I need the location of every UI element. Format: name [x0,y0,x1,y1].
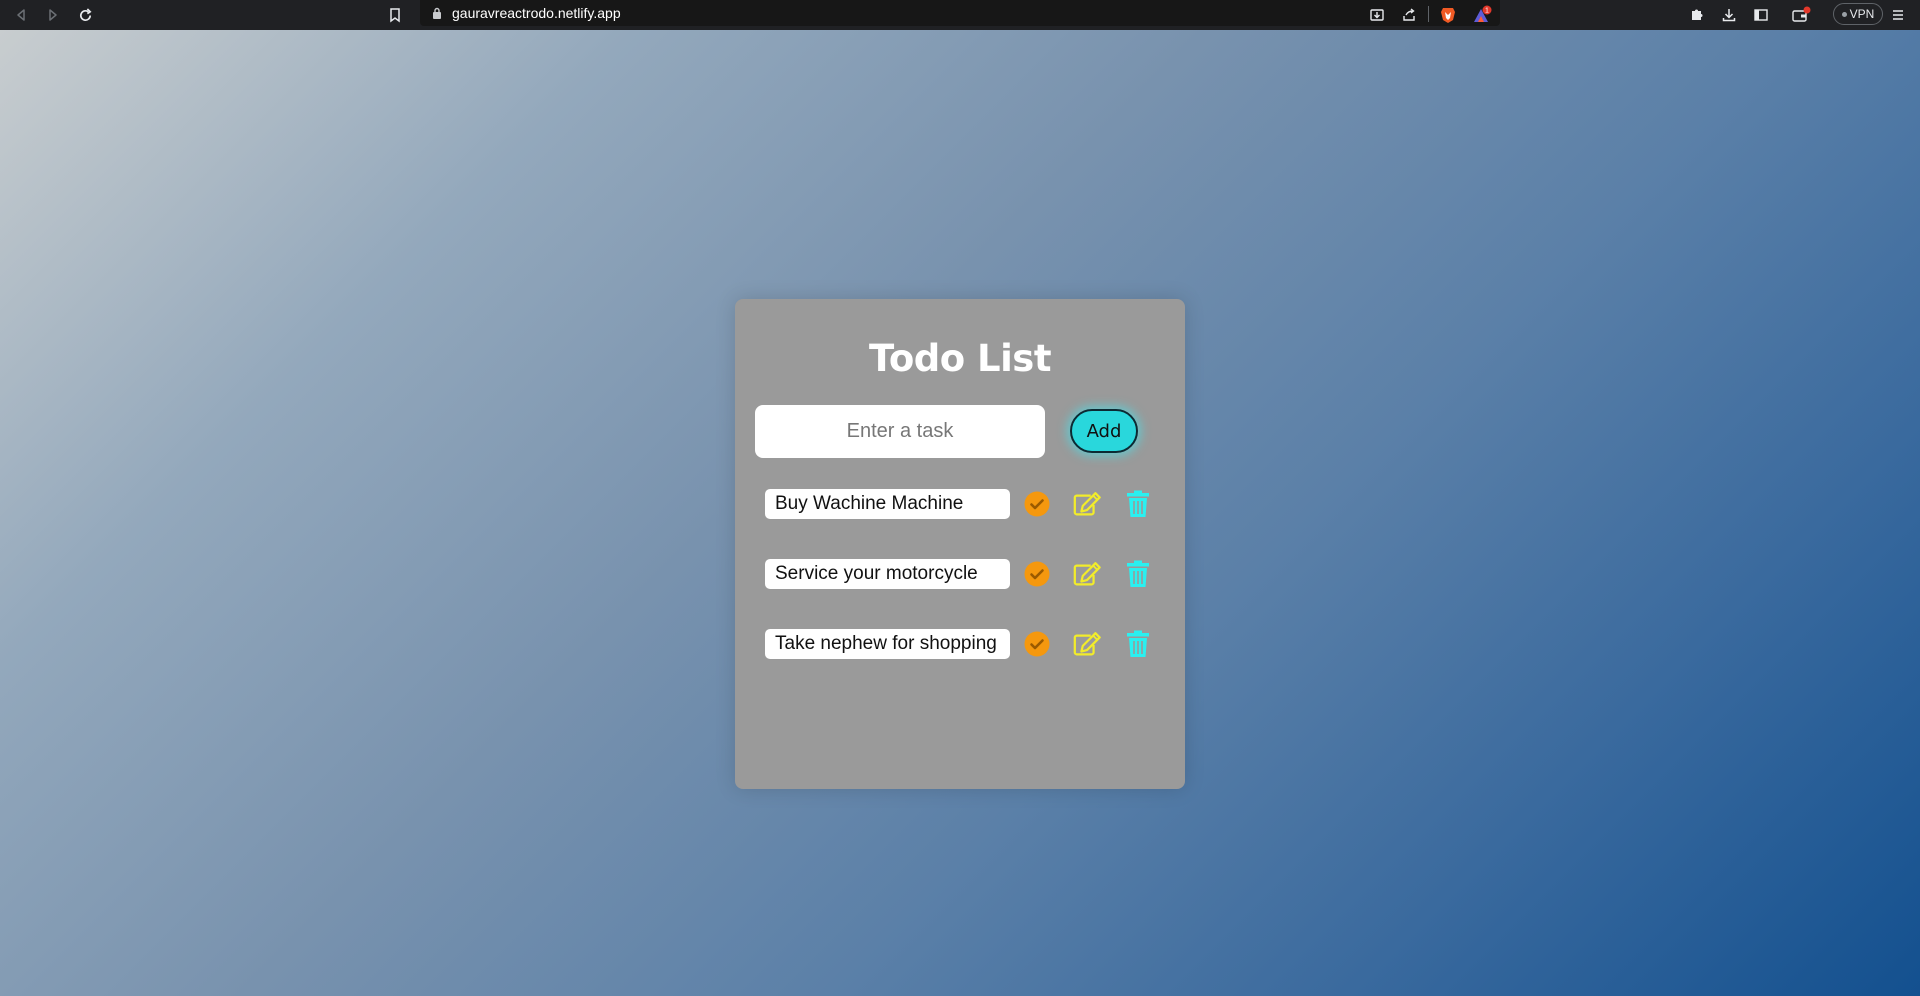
url-text: gauravreactrodo.netlify.app [452,5,621,21]
complete-icon[interactable] [1022,559,1052,589]
sidebar-icon[interactable] [1749,3,1773,27]
lock-icon[interactable] [430,5,444,21]
browser-toolbar: gauravreactrodo.netlify.app 1 VPN [0,0,1920,30]
back-icon[interactable] [10,4,32,26]
install-app-icon[interactable] [1365,3,1389,27]
list-item: Service your motorcycle [765,557,1175,591]
page-title: Todo List [869,337,1052,380]
task-input[interactable] [755,405,1045,458]
extensions-icon[interactable] [1685,3,1709,27]
complete-icon[interactable] [1022,629,1052,659]
todo-text[interactable]: Service your motorcycle [765,559,1010,589]
edit-icon[interactable] [1072,489,1102,519]
brave-shield-icon[interactable] [1436,3,1460,27]
forward-icon[interactable] [42,4,64,26]
edit-icon[interactable] [1072,629,1102,659]
delete-icon[interactable] [1123,629,1153,659]
vpn-button[interactable]: VPN [1833,3,1883,25]
bookmark-icon[interactable] [384,4,406,26]
list-item: Take nephew for shopping [765,627,1175,661]
todo-text[interactable]: Take nephew for shopping [765,629,1010,659]
wallet-icon[interactable] [1789,3,1813,27]
complete-icon[interactable] [1022,489,1052,519]
toolbar-divider [1428,6,1429,22]
delete-icon[interactable] [1123,489,1153,519]
menu-icon[interactable] [1886,3,1910,27]
brave-rewards-icon[interactable]: 1 [1470,3,1494,27]
downloads-icon[interactable] [1717,3,1741,27]
vpn-label: VPN [1849,7,1875,21]
edit-icon[interactable] [1072,559,1102,589]
vpn-status-icon [1841,11,1847,17]
todo-text[interactable]: Buy Wachine Machine [765,489,1010,519]
list-item: Buy Wachine Machine [765,487,1175,521]
reload-icon[interactable] [74,4,96,26]
todo-card: Todo List Add Buy Wachine Machine Servic… [735,299,1185,789]
svg-text:1: 1 [1485,8,1489,15]
add-button[interactable]: Add [1070,409,1138,453]
delete-icon[interactable] [1123,559,1153,589]
share-icon[interactable] [1397,3,1421,27]
page-background: Todo List Add Buy Wachine Machine Servic… [0,30,1920,996]
